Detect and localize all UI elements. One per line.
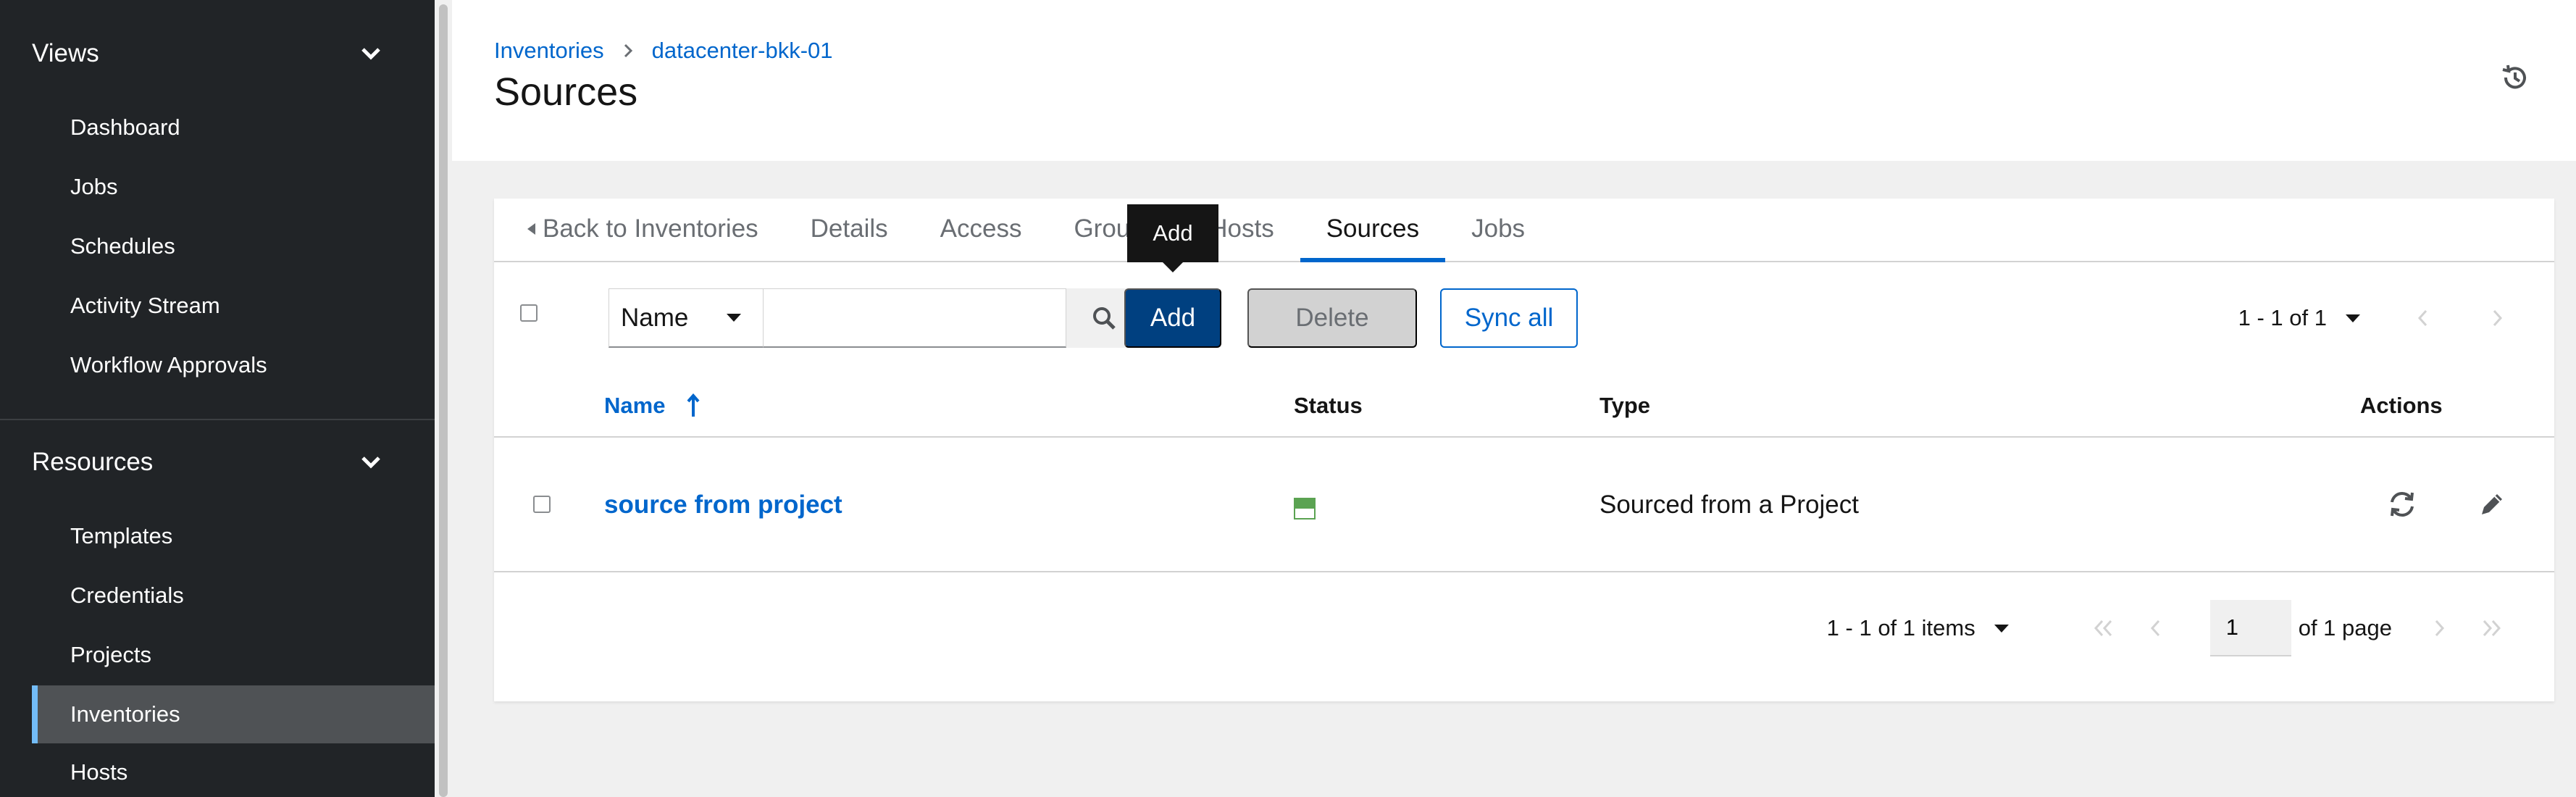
toolbar: Add Name Add Delete Sync all 1 - 1 of 1 [494,204,2554,374]
filter-field-label: Name [621,303,689,332]
scrollbar-thumb[interactable] [439,4,448,797]
sidebar-group-resources[interactable]: Resources [32,441,385,484]
prev-page-button[interactable] [2136,609,2174,647]
sync-source-button[interactable] [2382,484,2422,525]
sidebar: Views Dashboard Jobs Schedules Activity … [0,0,435,797]
chevron-right-icon [2435,619,2445,637]
chevron-down-icon [356,39,385,68]
per-page-toggle[interactable]: 1 - 1 of 1 items [1827,615,2009,641]
table-header: Name Status Type Actions [494,374,2554,438]
edit-source-button[interactable] [2472,484,2512,525]
type-cell: Sourced from a Project [1599,491,1859,519]
add-button[interactable]: Add [1124,288,1221,348]
search-input[interactable] [764,288,1066,348]
caret-down-icon [727,314,741,322]
chevron-right-icon [623,43,633,59]
sidebar-item-credentials[interactable]: Credentials [32,567,435,625]
sidebar-item-templates[interactable]: Templates [32,507,435,565]
angle-double-left-icon [2094,619,2112,637]
page-title: Sources [494,70,638,114]
page-number-input[interactable] [2209,600,2291,656]
items-range-label: 1 - 1 of 1 items [1826,615,1975,640]
tab-bar: Back to Inventories Details Access Group… [494,199,2554,262]
main-content: Inventories datacenter-bkk-01 Sources Ba… [452,0,2576,797]
tab-access[interactable]: Access [914,197,1048,261]
status-pending-icon[interactable] [1294,498,1316,519]
range-label: 1 - 1 of 1 [2238,305,2327,330]
chevron-down-icon [356,448,385,477]
pencil-icon [2482,494,2502,514]
caret-down-icon [2346,314,2360,322]
column-header-actions: Actions [2360,393,2443,418]
first-page-button[interactable] [2084,609,2122,647]
sidebar-item-workflow-approvals[interactable]: Workflow Approvals [32,336,435,394]
sidebar-scrollbar[interactable] [435,0,452,797]
caret-down-icon [1994,624,2009,633]
column-header-name[interactable]: Name [604,374,700,438]
prev-page-button[interactable] [2404,299,2441,337]
add-tooltip: Add [1127,204,1218,272]
delete-button[interactable]: Delete [1247,288,1417,348]
sync-icon [2391,491,2414,517]
breadcrumb-inventory[interactable]: datacenter-bkk-01 [652,38,833,64]
bottom-pagination: 1 - 1 of 1 items of 1 page [1827,572,2554,684]
breadcrumb-inventories[interactable]: Inventories [494,38,604,64]
status-cell [1294,438,1316,572]
next-page-button[interactable] [2479,299,2517,337]
sidebar-item-inventories[interactable]: Inventories [32,685,435,743]
sidebar-item-schedules[interactable]: Schedules [32,217,435,275]
chevron-left-icon [2150,619,2159,637]
sidebar-group-label: Views [32,39,99,67]
page-header: Inventories datacenter-bkk-01 Sources [452,0,2576,161]
row-checkbox[interactable] [533,496,551,513]
sidebar-item-activity-stream[interactable]: Activity Stream [32,277,435,335]
last-page-button[interactable] [2473,609,2511,647]
search-icon [1093,307,1116,330]
tab-back-to-inventories[interactable]: Back to Inventories [527,197,785,261]
sources-card: Back to Inventories Details Access Group… [494,199,2554,701]
sidebar-item-projects[interactable]: Projects [32,626,435,684]
sidebar-divider [0,419,435,420]
sidebar-item-jobs[interactable]: Jobs [32,158,435,216]
sync-all-button[interactable]: Sync all [1440,288,1578,348]
tab-label: Back to Inventories [543,214,758,243]
sidebar-item-dashboard[interactable]: Dashboard [32,99,435,157]
search-filter: Name [609,288,1142,348]
column-label: Name [604,393,666,418]
sidebar-item-hosts[interactable]: Hosts [32,743,435,797]
top-pagination: 1 - 1 of 1 [2238,288,2554,348]
tab-sources[interactable]: Sources [1300,197,1446,262]
sidebar-group-label: Resources [32,448,154,476]
column-header-status: Status [1294,393,1363,418]
table-row: source from project Sourced from a Proje… [494,438,2554,572]
tab-jobs[interactable]: Jobs [1445,197,1551,261]
sort-ascending-icon [687,393,700,417]
page-count-label: of 1 page [2298,615,2392,640]
filter-field-select[interactable]: Name [609,288,764,348]
breadcrumb: Inventories datacenter-bkk-01 [494,38,833,64]
source-name-link[interactable]: source from project [604,438,842,572]
caret-left-icon [527,223,535,235]
chevron-left-icon [2417,309,2427,327]
tab-details[interactable]: Details [785,197,914,261]
select-all-checkbox[interactable] [520,304,538,322]
next-page-button[interactable] [2421,609,2459,647]
angle-double-right-icon [2483,619,2501,637]
column-header-type: Type [1599,393,1651,418]
sidebar-group-views[interactable]: Views [32,32,385,75]
history-icon[interactable] [2496,59,2533,96]
chevron-right-icon [2493,309,2503,327]
per-page-toggle[interactable]: 1 - 1 of 1 [2238,305,2360,331]
